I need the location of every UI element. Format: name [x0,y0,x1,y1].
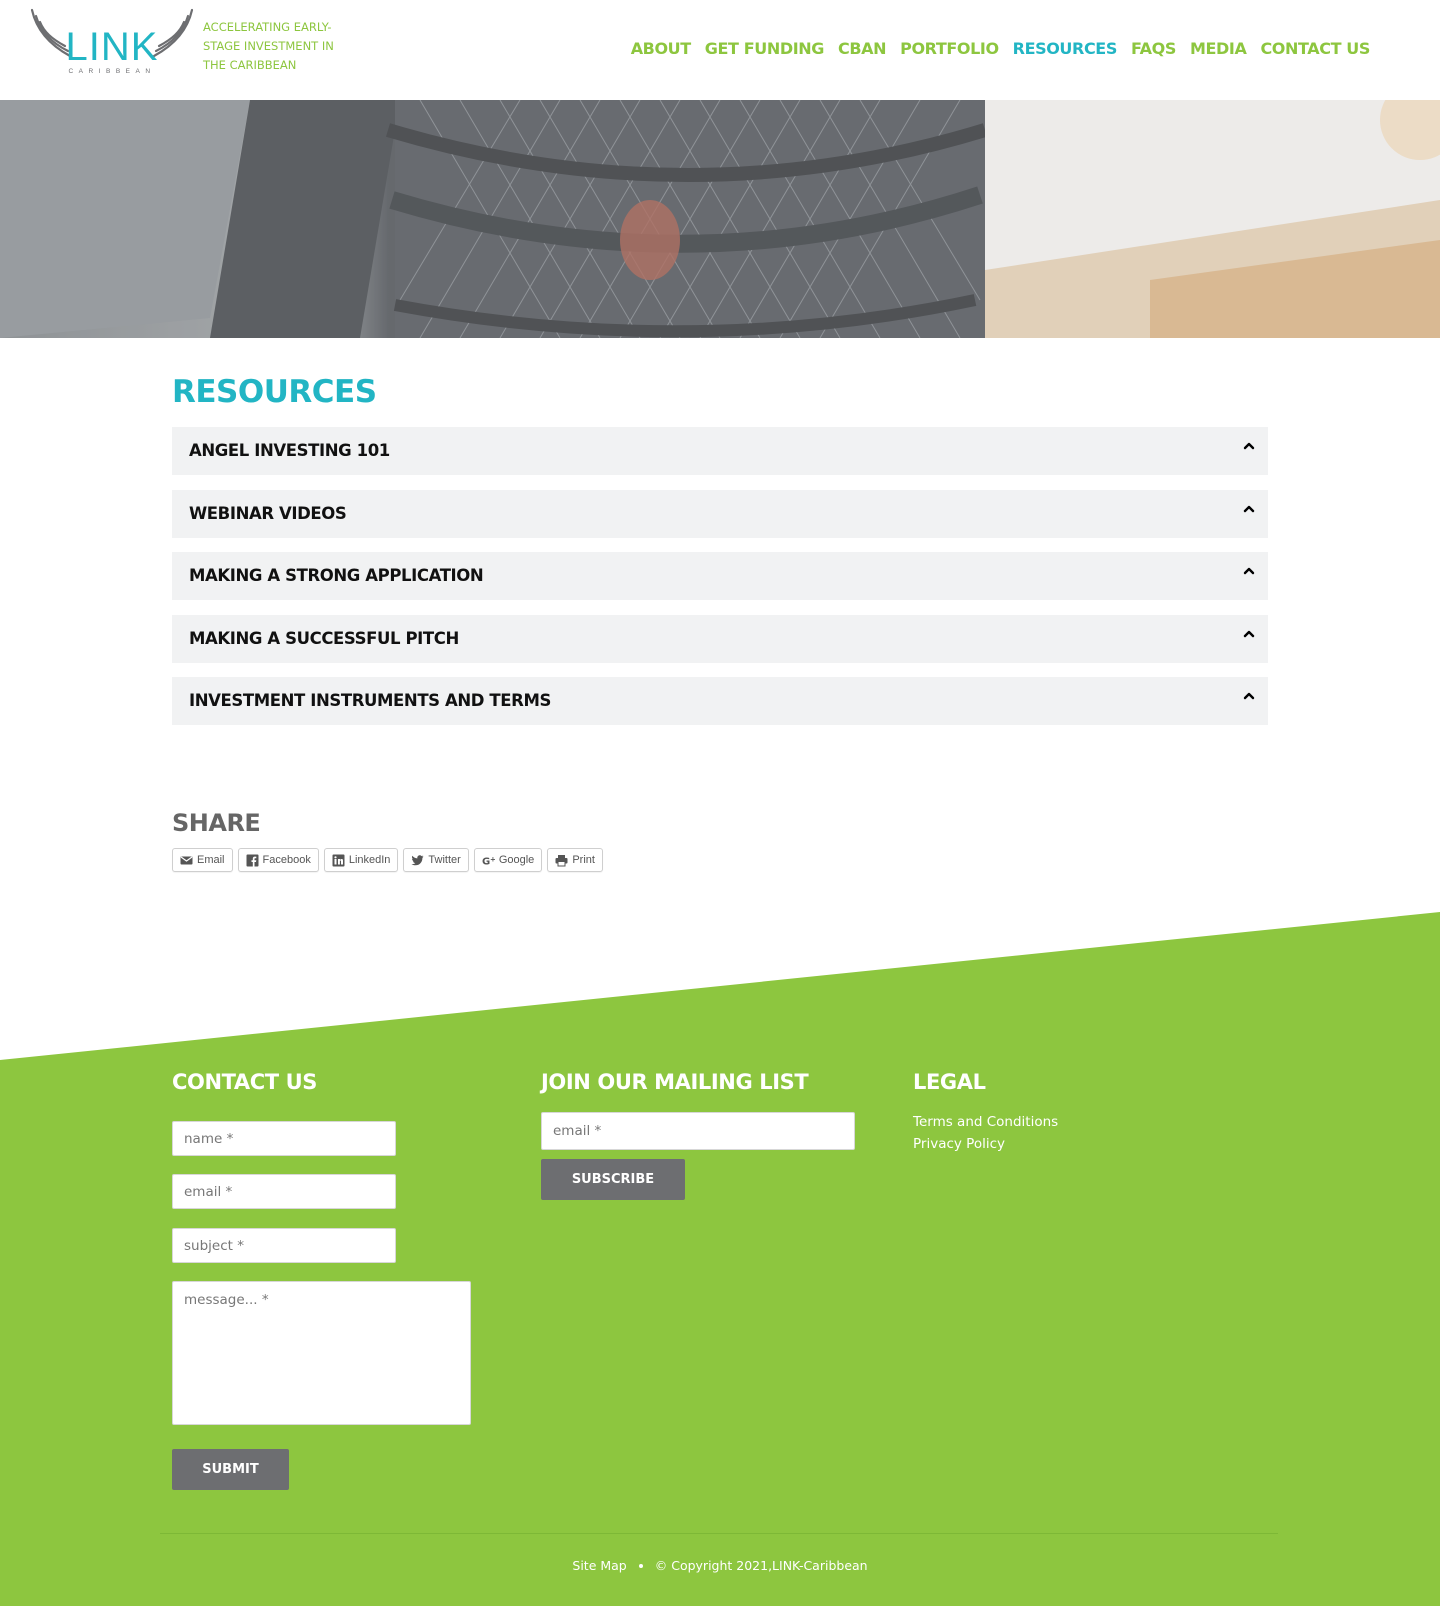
mailing-list-heading: JOIN OUR MAILING LIST [541,1070,809,1094]
share-label: Google [498,854,535,866]
accordion-item-successful-pitch[interactable]: MAKING A SUCCESSFUL PITCH [172,614,1268,663]
share-label: Facebook [262,854,311,866]
hero-overlay [0,100,1440,338]
accordion-item-investment-instruments[interactable]: INVESTMENT INSTRUMENTS AND TERMS [172,677,1268,725]
share-heading: SHARE [172,809,261,837]
accordion-title: MAKING A SUCCESSFUL PITCH [189,628,459,648]
terms-link[interactable]: Terms and Conditions [913,1114,1058,1130]
separator-dot [638,1563,643,1568]
privacy-policy-link[interactable]: Privacy Policy [913,1136,1005,1152]
copyright-text: © Copyright 2021,LINK-Caribbean [654,1558,868,1573]
twitter-icon [411,854,424,865]
facebook-icon [246,854,259,867]
google-plus-icon: G + [482,855,495,867]
subscribe-button[interactable]: SUBSCRIBE [541,1159,685,1200]
svg-text:+: + [490,855,495,863]
share-facebook-button[interactable]: Facebook [237,848,319,872]
site-header: LINK CARIBBEAN ACCELERATING EARLY-STAGE … [0,0,1440,100]
nav-resources[interactable]: RESOURCES [1013,36,1118,62]
nav-portfolio[interactable]: PORTFOLIO [900,36,999,62]
logo-text: LINK [66,25,159,69]
accordion-item-webinar-videos[interactable]: WEBINAR VIDEOS [172,489,1268,538]
nav-media[interactable]: MEDIA [1190,36,1247,62]
contact-message-textarea[interactable]: message... * [172,1281,471,1425]
footer-divider [160,1533,1278,1534]
share-label: Twitter [428,854,461,866]
share-google-button[interactable]: G + Google [473,848,543,872]
accordion-title: ANGEL INVESTING 101 [189,441,390,460]
nav-contact-us[interactable]: CONTACT US [1260,36,1370,62]
nav-about[interactable]: ABOUT [631,36,691,62]
chevron-up-icon [1243,505,1255,512]
legal-heading: LEGAL [913,1070,986,1094]
share-linkedin-button[interactable]: LinkedIn [323,848,399,872]
share-label: Print [572,854,595,866]
accordion-item-angel-investing[interactable]: ANGEL INVESTING 101 [172,427,1268,475]
site-map-link[interactable]: Site Map [572,1558,626,1573]
contact-email-input[interactable]: email * [172,1174,396,1209]
contact-heading: CONTACT US [172,1070,318,1094]
mailing-email-input[interactable]: email * [541,1112,855,1150]
share-print-button[interactable]: Print [547,848,603,872]
nav-faqs[interactable]: FAQS [1131,36,1176,62]
chevron-up-icon [1243,630,1255,637]
site-tagline: ACCELERATING EARLY-STAGE INVESTMENT IN T… [203,20,334,72]
accordion-title: MAKING A STRONG APPLICATION [189,566,484,585]
page-title: RESOURCES [172,374,377,410]
resources-accordion: ANGEL INVESTING 101 WEBINAR VIDEOS MAKIN… [172,427,1268,740]
share-label: Email [197,854,225,866]
accordion-title: INVESTMENT INSTRUMENTS AND TERMS [189,691,551,710]
share-buttons: Email Facebook LinkedIn Twitter G + Googl… [172,848,603,872]
nav-cban[interactable]: CBAN [838,36,887,62]
contact-name-input[interactable]: name * [172,1121,396,1156]
chevron-up-icon [1243,567,1255,575]
nav-get-funding[interactable]: GET FUNDING [705,36,825,62]
contact-subject-input[interactable]: subject * [172,1228,396,1263]
chevron-up-icon [1243,442,1255,450]
hero-image [0,100,1440,338]
accordion-title: WEBINAR VIDEOS [189,503,347,523]
logo-subtext: CARIBBEAN [68,68,155,75]
footer-bottom-bar: Site Map © Copyright 2021,LINK-Caribbean [0,1558,1440,1573]
linkedin-icon [332,854,345,866]
print-icon [555,854,568,866]
share-email-button[interactable]: Email [172,848,233,872]
svg-text:G: G [482,856,490,867]
main-nav: ABOUT GET FUNDING CBAN PORTFOLIO RESOURC… [631,36,1371,62]
link-caribbean-logo[interactable]: LINK CARIBBEAN [30,6,194,76]
share-twitter-button[interactable]: Twitter [403,848,469,872]
chevron-up-icon [1243,692,1255,700]
accordion-item-strong-application[interactable]: MAKING A STRONG APPLICATION [172,552,1268,600]
contact-submit-button[interactable]: SUBMIT [172,1449,289,1490]
share-label: LinkedIn [348,854,391,866]
email-icon [180,856,193,864]
